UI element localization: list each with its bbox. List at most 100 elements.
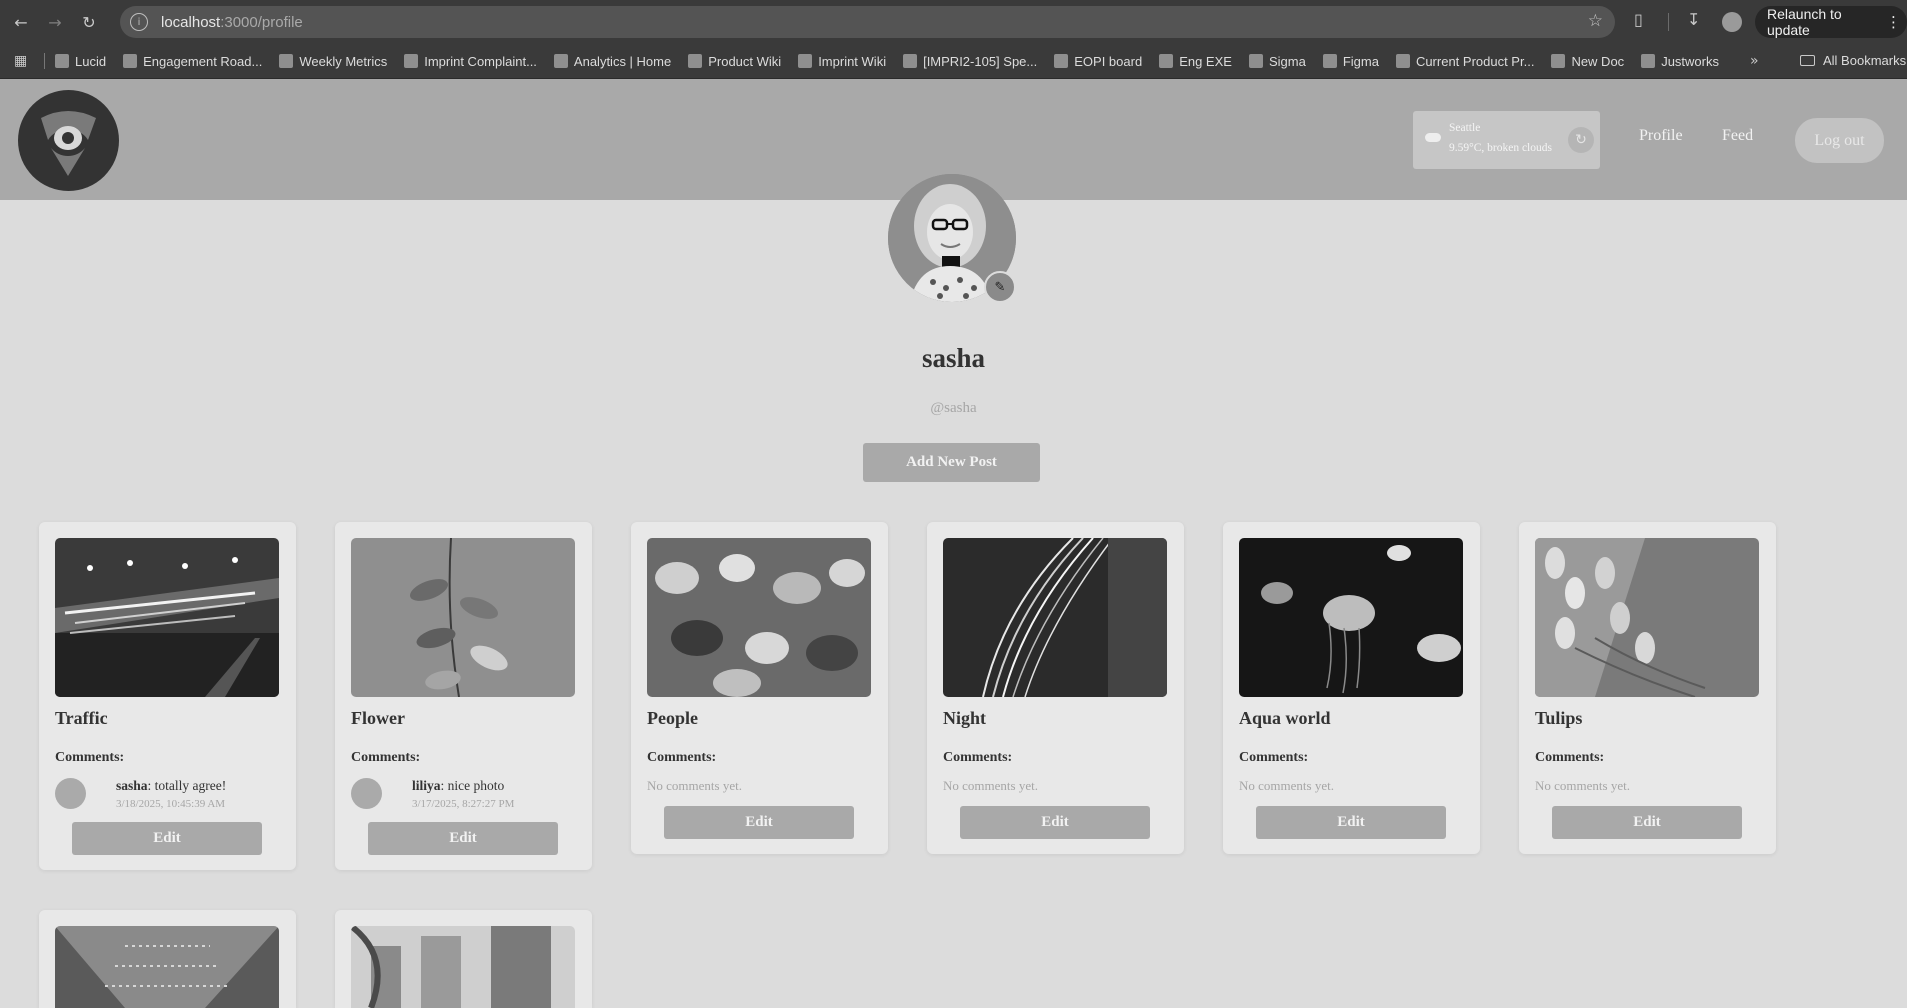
- comment-user: liliya: [412, 778, 441, 793]
- weather-city: Seattle: [1449, 122, 1481, 134]
- bookmark-analytics[interactable]: Analytics | Home: [553, 53, 672, 69]
- post-image[interactable]: [1535, 538, 1759, 697]
- bookmark-label: EOPI board: [1074, 53, 1143, 69]
- nav-feed-link[interactable]: Feed: [1722, 127, 1753, 145]
- doc-icon: [1551, 54, 1566, 68]
- bookmarks-bar: ▦ Lucid Engagement Road... Weekly Metric…: [0, 44, 1907, 79]
- post-image[interactable]: [351, 538, 575, 697]
- bookmark-label: [IMPRI2-105] Spe...: [923, 53, 1038, 69]
- bookmark-impri2-105[interactable]: [IMPRI2-105] Spe...: [903, 54, 1037, 69]
- bookmark-justworks[interactable]: Justworks: [1641, 54, 1719, 69]
- post-title: Tulips: [1535, 708, 1583, 728]
- bookmark-sigma[interactable]: Sigma: [1248, 53, 1306, 69]
- bookmark-lucid[interactable]: Lucid: [55, 54, 106, 69]
- bookmark-label: Engagement Road...: [143, 53, 263, 69]
- figma-icon: [1322, 54, 1337, 68]
- url-path: :3000/profile: [220, 13, 303, 31]
- post-image[interactable]: [647, 538, 871, 697]
- bookmark-imprint-wiki[interactable]: Imprint Wiki: [798, 54, 886, 69]
- no-comments-text: No comments yet.: [647, 778, 742, 793]
- no-comments-text: No comments yet.: [943, 778, 1038, 793]
- bookmark-new-doc[interactable]: New Doc: [1551, 54, 1624, 69]
- bookmark-eng-exe[interactable]: Eng EXE: [1159, 54, 1232, 69]
- comments-label: Comments:: [943, 750, 1013, 765]
- comment-text: liliya: nice photo: [412, 778, 504, 794]
- bookmark-star-icon[interactable]: ☆: [1588, 11, 1603, 31]
- site-info-icon[interactable]: i: [130, 13, 148, 31]
- comment-body: : nice photo: [440, 778, 505, 793]
- post-card: [335, 910, 592, 1008]
- post-image[interactable]: [55, 538, 279, 697]
- post-image[interactable]: [943, 538, 1167, 697]
- bookmark-label: Imprint Complaint...: [424, 53, 537, 69]
- doc-icon: [404, 54, 419, 68]
- post-title: Night: [943, 708, 987, 728]
- bookmark-eopi-board[interactable]: EOPI board: [1054, 54, 1142, 69]
- forward-icon[interactable]: →: [42, 9, 68, 35]
- bookmark-imprint-complaint[interactable]: Imprint Complaint...: [404, 54, 537, 69]
- relaunch-button[interactable]: Relaunch to update ⋮: [1755, 6, 1907, 38]
- bookmark-label: Sigma: [1268, 53, 1306, 69]
- post-image[interactable]: [351, 926, 575, 1008]
- post-card: [39, 910, 296, 1008]
- edit-post-button[interactable]: Edit: [1256, 806, 1446, 839]
- more-bookmarks-icon[interactable]: »: [1750, 53, 1759, 69]
- board-icon: [1054, 54, 1069, 68]
- reload-icon[interactable]: ↻: [76, 9, 102, 35]
- edit-post-button[interactable]: Edit: [960, 806, 1150, 839]
- comment-user: sasha: [116, 778, 148, 793]
- all-bookmarks-button[interactable]: All Bookmarks: [1800, 53, 1906, 68]
- logo[interactable]: [18, 90, 119, 191]
- toolbar-divider: [1668, 13, 1669, 31]
- weather-description: 9.59°C, broken clouds: [1449, 142, 1552, 154]
- post-image[interactable]: [1239, 538, 1463, 697]
- doc-icon: [1395, 54, 1410, 68]
- comment-date: 3/18/2025, 10:45:39 AM: [116, 798, 226, 810]
- bookmark-figma[interactable]: Figma: [1322, 54, 1379, 69]
- back-icon[interactable]: ←: [8, 9, 34, 35]
- url-text[interactable]: localhost:3000/profile: [161, 14, 303, 31]
- edit-post-button[interactable]: Edit: [664, 806, 854, 839]
- browser-toolbar: ← → ↻ i localhost:3000/profile ☆ ▯ ↧ Rel…: [0, 0, 1907, 44]
- bookmark-label: Imprint Wiki: [818, 53, 887, 69]
- pencil-icon[interactable]: ✎: [984, 271, 1016, 303]
- relaunch-label: Relaunch to update: [1767, 6, 1842, 38]
- apps-grid-icon[interactable]: ▦: [14, 53, 36, 69]
- bookmark-label: New Doc: [1571, 53, 1625, 69]
- browser-profile-avatar[interactable]: [1722, 12, 1742, 32]
- bookmarks-divider: [44, 53, 45, 69]
- board-icon: [1159, 54, 1174, 68]
- logout-button[interactable]: Log out: [1795, 118, 1884, 163]
- edit-post-button[interactable]: Edit: [368, 822, 558, 855]
- comment-body: : totally agree!: [147, 778, 227, 793]
- all-bookmarks-label: All Bookmarks: [1823, 53, 1907, 68]
- add-new-post-button[interactable]: Add New Post: [863, 443, 1040, 482]
- refresh-icon[interactable]: ↻: [1568, 127, 1594, 153]
- extensions-icon[interactable]: ▯: [1634, 10, 1643, 29]
- jira-icon: [903, 54, 918, 68]
- post-card: Tulips Comments: No comments yet. Edit: [1519, 522, 1776, 854]
- edit-post-button[interactable]: Edit: [1552, 806, 1742, 839]
- address-bar[interactable]: i localhost:3000/profile ☆: [120, 6, 1615, 38]
- download-icon[interactable]: ↧: [1687, 10, 1700, 29]
- bookmark-label: Analytics | Home: [573, 53, 672, 69]
- menu-icon[interactable]: ⋮: [1886, 13, 1901, 31]
- bookmark-label: Current Product Pr...: [1415, 53, 1535, 69]
- profile-handle: @sasha: [930, 400, 977, 416]
- nav-profile-link[interactable]: Profile: [1639, 127, 1683, 145]
- post-card: Aqua world Comments: No comments yet. Ed…: [1223, 522, 1480, 854]
- justworks-icon: [1641, 54, 1656, 68]
- bar-chart-icon: [553, 54, 568, 68]
- bookmark-product-wiki[interactable]: Product Wiki: [688, 54, 781, 69]
- doc-icon: [279, 54, 294, 68]
- bookmark-weekly-metrics[interactable]: Weekly Metrics: [279, 54, 387, 69]
- bookmark-label: Lucid: [75, 53, 107, 69]
- bookmark-engagement-road[interactable]: Engagement Road...: [123, 54, 262, 69]
- profile-name: sasha: [921, 343, 986, 373]
- post-image[interactable]: [55, 926, 279, 1008]
- post-title: People: [647, 708, 698, 728]
- bookmark-current-product[interactable]: Current Product Pr...: [1395, 53, 1535, 69]
- edit-post-button[interactable]: Edit: [72, 822, 262, 855]
- no-comments-text: No comments yet.: [1239, 778, 1334, 793]
- post-card: Night Comments: No comments yet. Edit: [927, 522, 1184, 854]
